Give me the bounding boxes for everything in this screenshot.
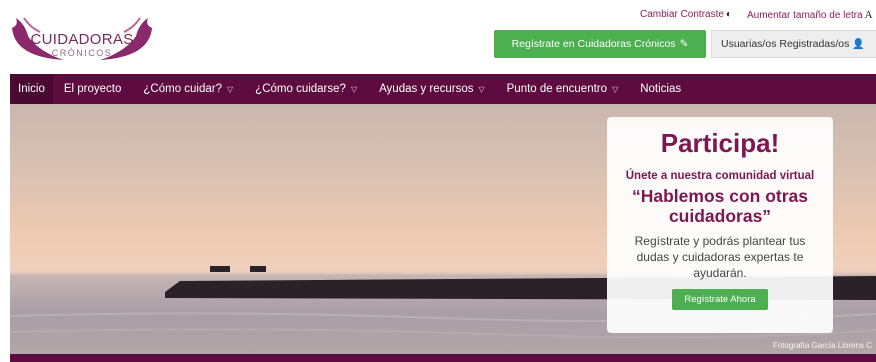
chevron-down-icon: ▽: [478, 84, 485, 94]
nav-item-label: ¿Cómo cuidar?: [143, 83, 223, 95]
nav-item-punto-de-encuentro[interactable]: Punto de encuentro ▽: [496, 74, 630, 104]
registered-users-label: Usuarias/os Registradas/os: [721, 38, 850, 50]
photo-credit: Fotografía García Llorens C: [772, 341, 872, 350]
promo-subtitle: Únete a nuestra comunidad virtual: [625, 170, 815, 182]
nav-item-label: Punto de encuentro: [506, 83, 608, 95]
pencil-icon: ✎: [679, 38, 689, 50]
register-now-button[interactable]: Regístrate Ahora: [672, 289, 768, 310]
nav-item-label: Ayudas y recursos: [379, 83, 474, 95]
nav-item-como-cuidar[interactable]: ¿Cómo cuidar? ▽: [132, 74, 244, 104]
nav-item-el-proyecto[interactable]: El proyecto: [53, 74, 133, 104]
registered-users-button[interactable]: Usuarias/os Registradas/os 👤: [711, 30, 876, 58]
nav-item-label: ¿Cómo cuidarse?: [255, 83, 346, 95]
promo-title: Participa!: [660, 128, 780, 158]
register-button[interactable]: Regístrate en Cuidadoras Crónicos ✎: [494, 30, 706, 58]
register-button-label: Regístrate en Cuidadoras Crónicos: [511, 38, 676, 50]
contrast-icon: ◐: [725, 9, 732, 20]
promo-quote: “Hablemos con otras cuidadoras”: [631, 186, 809, 226]
nav-item-label: Noticias: [640, 83, 682, 95]
change-contrast-label: Cambiar Contraste: [640, 9, 724, 20]
nav-item-label: El proyecto: [63, 83, 122, 95]
nav-item-como-cuidarse[interactable]: ¿Cómo cuidarse? ▽: [244, 74, 368, 104]
logo-title: CUIDADORAS: [30, 31, 134, 48]
chevron-down-icon: ▽: [350, 84, 358, 94]
participate-card: Participa! Únete a nuestra comunidad vir…: [607, 117, 833, 333]
nav-item-noticias[interactable]: Noticias: [629, 74, 692, 104]
chevron-down-icon: ▽: [227, 84, 234, 94]
hero-bottom-bar: [10, 354, 876, 362]
site-logo[interactable]: CUIDADORAS CRÓNICOS: [6, 14, 158, 66]
chevron-down-icon: ▽: [612, 84, 619, 94]
promo-body: Regístrate y podrás plantear tus dudas y…: [634, 234, 806, 280]
logo-subtitle: CRÓNICOS: [51, 48, 113, 58]
nav-item-ayudas-y-recursos[interactable]: Ayudas y recursos ▽: [368, 74, 496, 104]
change-contrast-link[interactable]: Cambiar Contraste ◐: [640, 9, 732, 20]
increase-font-size-label: Aumentar tamaño de letra: [747, 9, 863, 21]
user-icon: 👤: [852, 38, 865, 50]
font-size-icon: A: [864, 9, 873, 21]
nav-item-inicio[interactable]: Inicio: [10, 74, 53, 104]
main-nav: Inicio El proyecto ¿Cómo cuidar? ▽ ¿Cómo…: [10, 74, 876, 104]
nav-item-label: Inicio: [18, 83, 45, 95]
increase-font-size-link[interactable]: Aumentar tamaño de letra A: [747, 9, 873, 21]
